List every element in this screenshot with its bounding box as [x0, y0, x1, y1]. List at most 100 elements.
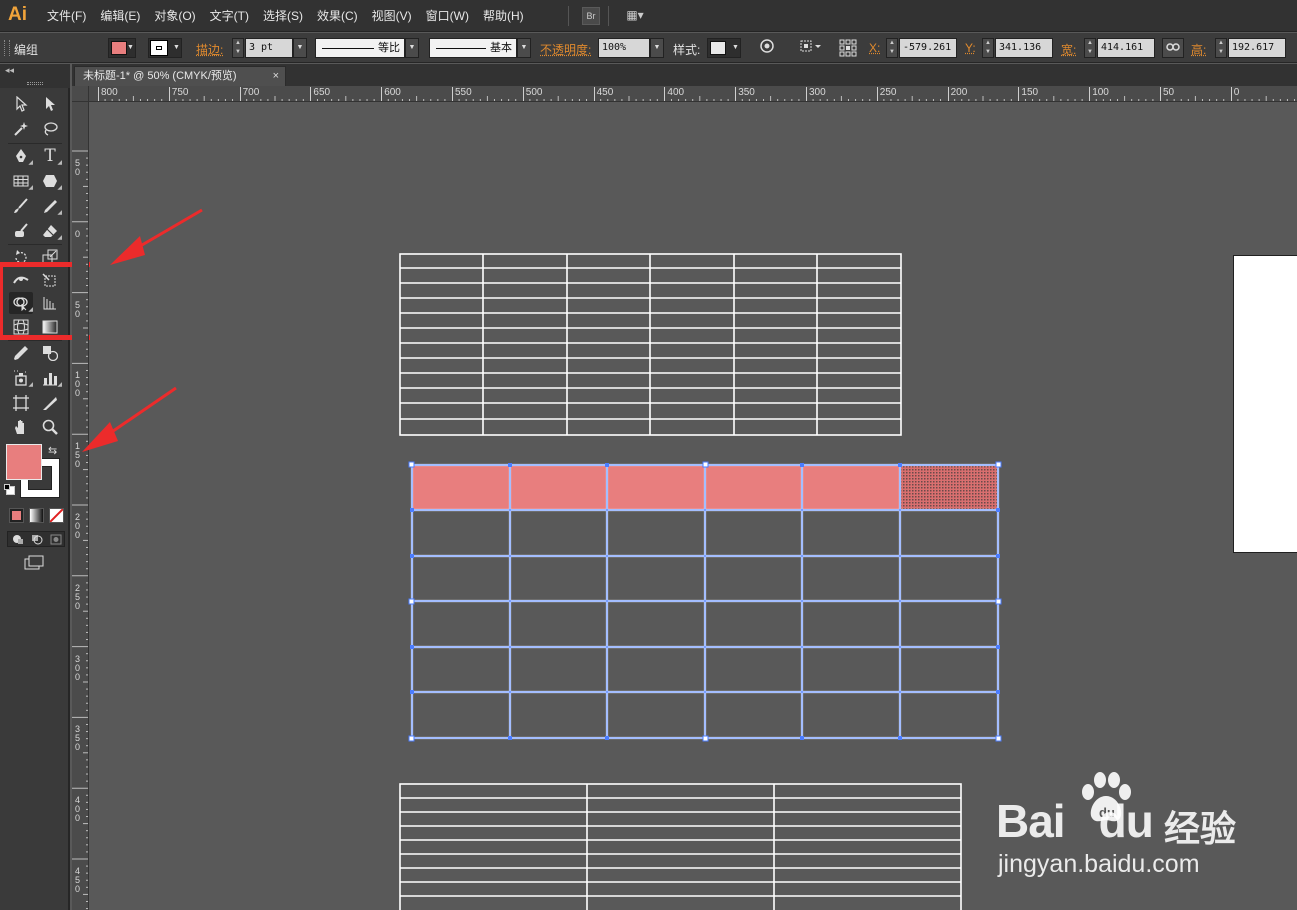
hand-tool-icon[interactable] [9, 416, 33, 438]
tool-group-indicator: ◢ [57, 159, 62, 166]
ruler-label: 700 [239, 87, 259, 101]
symbol-sprayer-tool-icon[interactable]: ◢ [9, 367, 33, 389]
table-bottom [399, 783, 962, 910]
brush-label: 基本 [490, 42, 512, 54]
brush-definition-select[interactable]: 基本 [429, 38, 517, 58]
fill-swatch-button[interactable]: ▼ [108, 38, 136, 58]
stroke-weight-input[interactable]: 3 pt [245, 38, 293, 58]
magic-wand-tool-icon[interactable] [9, 118, 33, 140]
menu-file[interactable]: 文件(F) [40, 0, 93, 32]
zoom-tool-icon[interactable] [38, 416, 62, 438]
draw-normal-icon[interactable] [12, 534, 24, 545]
app-logo: Ai [8, 4, 27, 25]
y-label[interactable]: Y: [965, 41, 976, 55]
menu-window[interactable]: 窗口(W) [419, 0, 476, 32]
color-mode-swatch [12, 511, 21, 520]
color-mode-button[interactable] [9, 508, 24, 523]
height-label[interactable]: 高: [1191, 41, 1206, 58]
stroke-label[interactable]: 描边: [196, 41, 223, 58]
ruler-label: 800 [98, 87, 118, 101]
x-stepper[interactable]: ▲ ▼ [886, 38, 898, 58]
menu-object[interactable]: 对象(O) [147, 0, 202, 32]
y-input[interactable]: 341.136 [995, 38, 1053, 58]
chevron-down-icon: ▼ [732, 44, 739, 51]
y-stepper[interactable]: ▲ ▼ [982, 38, 994, 58]
pen-tool-icon[interactable]: ◢ [9, 145, 33, 167]
workspace-switcher-button[interactable]: ▦▾ [620, 7, 650, 25]
width-input[interactable]: 414.161 [1097, 38, 1155, 58]
chevron-down-icon: ▼ [173, 44, 180, 51]
opacity-input[interactable]: 100% [598, 38, 650, 58]
line-segment-tool-icon[interactable]: ◢ [9, 170, 33, 192]
selection-tool-icon[interactable] [9, 93, 33, 115]
default-fill-stroke-icon[interactable] [4, 484, 15, 495]
menu-view[interactable]: 视图(V) [365, 0, 419, 32]
menu-type[interactable]: 文字(T) [203, 0, 256, 32]
collapse-panel-icon[interactable]: ◂◂ [5, 65, 14, 76]
gradient-mode-button[interactable] [29, 508, 44, 523]
paintbrush-tool-icon[interactable] [9, 195, 33, 217]
profile-dropdown[interactable]: ▼ [405, 38, 419, 58]
constrain-proportions-link-icon[interactable] [1162, 38, 1184, 58]
fill-color-box[interactable] [6, 444, 42, 480]
ruler-label: 0 [1230, 87, 1239, 101]
stroke-weight-dropdown[interactable]: ▼ [293, 38, 307, 58]
slice-tool-icon[interactable] [38, 392, 62, 414]
opacity-dropdown[interactable]: ▼ [650, 38, 664, 58]
height-input[interactable]: 192.617 [1228, 38, 1286, 58]
document-tab[interactable]: 未标题-1* @ 50% (CMYK/预览) × [74, 66, 286, 86]
polygon-tool-icon[interactable]: ◢ [38, 170, 62, 192]
tool-group-indicator: ◢ [28, 382, 33, 388]
pencil-tool-icon[interactable]: ◢ [38, 195, 62, 217]
height-stepper[interactable]: ▲ ▼ [1215, 38, 1227, 58]
stroke-swatch-button[interactable]: ▼ [148, 38, 182, 58]
graphic-style-button[interactable]: ▼ [707, 38, 741, 58]
opacity-label[interactable]: 不透明度: [540, 41, 591, 58]
brand-part-a: Bai [996, 795, 1066, 847]
ruler-origin[interactable] [72, 86, 89, 102]
brush-dropdown[interactable]: ▼ [517, 38, 531, 58]
bridge-button[interactable]: Br [582, 7, 600, 25]
eraser-tool-icon[interactable]: ◢ [38, 220, 62, 242]
ruler-label: 300 [806, 87, 826, 101]
width-label[interactable]: 宽: [1061, 41, 1076, 58]
eyedropper-tool-icon[interactable] [9, 342, 33, 364]
x-input[interactable]: -579.261 [899, 38, 957, 58]
column-graph-tool-icon[interactable]: ◢ [38, 367, 62, 389]
illustrator-window: Ai 文件(F) 编辑(E) 对象(O) 文字(T) 选择(S) 效果(C) 视… [0, 0, 1297, 910]
ruler-label: 450 [593, 87, 613, 101]
tools-panel-header[interactable]: ◂◂ [0, 64, 70, 88]
control-bar-grip[interactable] [4, 40, 10, 56]
type-tool-icon[interactable]: T ◢ [38, 145, 62, 167]
tool-separator [8, 244, 62, 245]
arrow-2-head [82, 422, 118, 452]
panel-grip [27, 82, 43, 85]
align-to-icon[interactable] [795, 39, 825, 57]
graphic-style-swatch [710, 41, 726, 55]
horizontal-ruler[interactable]: 800 750 700 650 600 550 500 450 400 350 300 250 200 1… [72, 86, 1297, 102]
menu-select[interactable]: 选择(S) [256, 0, 310, 32]
stroke-weight-stepper[interactable]: ▲ ▼ [232, 38, 244, 58]
table-top-columns [482, 254, 818, 435]
watermark-url: jingyan.baidu.com [998, 850, 1200, 878]
direct-selection-tool-icon[interactable] [38, 93, 62, 115]
menu-help[interactable]: 帮助(H) [476, 0, 531, 32]
menu-effect[interactable]: 效果(C) [310, 0, 365, 32]
width-stepper[interactable]: ▲ ▼ [1084, 38, 1096, 58]
lasso-tool-icon[interactable] [38, 118, 62, 140]
blend-tool-icon[interactable] [38, 342, 62, 364]
x-label[interactable]: X: [869, 41, 880, 55]
draw-mode-group [7, 531, 65, 547]
variable-width-profile-select[interactable]: 等比 [315, 38, 405, 58]
draw-behind-icon[interactable] [31, 534, 43, 545]
screen-mode-icon[interactable] [24, 555, 46, 571]
close-icon[interactable]: × [273, 67, 279, 85]
swap-fill-stroke-icon[interactable]: ⇆ [48, 444, 57, 457]
reference-point-icon[interactable] [838, 39, 858, 57]
ruler-label: 100 [1089, 87, 1109, 101]
menu-bar: Ai 文件(F) 编辑(E) 对象(O) 文字(T) 选择(S) 效果(C) 视… [0, 0, 1297, 32]
menu-edit[interactable]: 编辑(E) [93, 0, 147, 32]
blob-brush-tool-icon[interactable] [9, 220, 33, 242]
artboard-tool-icon[interactable] [9, 392, 33, 414]
recolor-artwork-icon[interactable] [757, 39, 777, 57]
